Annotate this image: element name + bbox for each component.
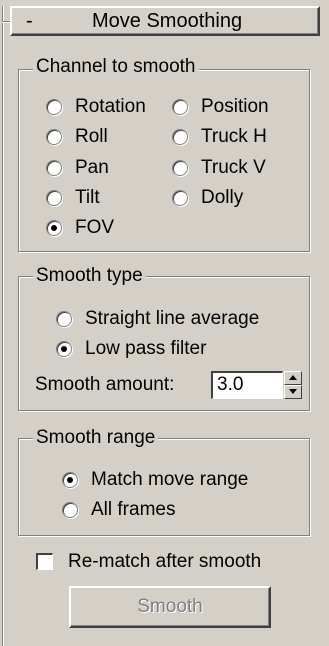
radio-button[interactable] [172,129,188,145]
radio-button[interactable] [46,220,62,236]
smooth-amount-spinner[interactable] [284,371,302,399]
radio-label: Truck V [201,157,266,178]
rollout-title: Move Smoothing [92,10,243,32]
rollout-frame-highlight [3,6,4,646]
radio-button[interactable] [172,99,188,115]
radio-truck-v[interactable]: Truck V [172,155,266,181]
radio-label: All frames [91,499,176,520]
radio-label: Rotation [75,96,146,117]
radio-all-frames[interactable]: All frames [62,497,175,523]
smooth-button[interactable]: Smooth [69,586,271,628]
collapse-toggle[interactable]: - [26,8,33,34]
radio-button[interactable] [172,160,188,176]
radio-label: FOV [75,217,115,238]
spinner-up-button[interactable] [284,371,302,385]
rollout-frame-tick-highlight [2,22,10,23]
radio-label: Tilt [75,187,100,208]
smooth-type-title: Smooth type [33,264,146,288]
radio-label: Match move range [91,469,249,490]
radio-label: Position [201,96,269,117]
smooth-amount-label: Smooth amount: [35,374,175,395]
radio-button[interactable] [62,502,78,518]
spinner-down-button[interactable] [284,385,302,399]
radio-label: Truck H [201,126,267,147]
radio-button[interactable] [62,472,78,488]
radio-low-pass-filter[interactable]: Low pass filter [56,336,206,362]
radio-button[interactable] [56,341,72,357]
arrow-down-icon [289,389,297,394]
radio-tilt[interactable]: Tilt [46,185,100,211]
radio-straight-line-average[interactable]: Straight line average [56,306,259,332]
radio-label: Pan [75,157,109,178]
radio-roll[interactable]: Roll [46,124,108,150]
radio-match-move-range[interactable]: Match move range [62,467,248,493]
rematch-checkbox[interactable] [36,553,53,570]
rollout-header[interactable]: - Move Smoothing [10,6,320,36]
channel-group-title: Channel to smooth [33,55,199,79]
smooth-amount-input[interactable]: 3.0 [211,371,283,399]
radio-position[interactable]: Position [172,94,269,120]
radio-rotation[interactable]: Rotation [46,94,146,120]
radio-dolly[interactable]: Dolly [172,185,243,211]
rematch-label[interactable]: Re-match after smooth [68,549,261,575]
radio-button[interactable] [46,160,62,176]
radio-button[interactable] [172,190,188,206]
smooth-range-title: Smooth range [33,426,159,450]
radio-label: Roll [75,126,108,147]
radio-button[interactable] [46,99,62,115]
radio-label: Straight line average [85,308,260,329]
radio-button[interactable] [46,190,62,206]
arrow-up-icon [289,375,297,380]
radio-truck-h[interactable]: Truck H [172,124,267,150]
radio-label: Dolly [201,187,244,208]
radio-button[interactable] [46,129,62,145]
radio-label: Low pass filter [85,338,207,359]
radio-fov[interactable]: FOV [46,215,114,241]
radio-pan[interactable]: Pan [46,155,109,181]
radio-button[interactable] [56,311,72,327]
